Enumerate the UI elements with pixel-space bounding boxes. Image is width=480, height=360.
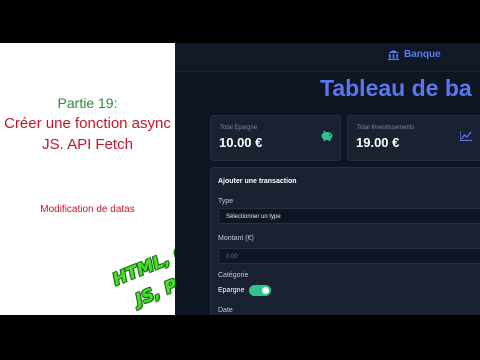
bank-icon	[388, 49, 399, 60]
subtitle-line-1: Créer une fonction async	[4, 115, 171, 132]
type-select[interactable]: Sélectionner un type	[218, 208, 480, 224]
app-topbar: Banque	[175, 43, 480, 72]
slide-note: Modification de datas	[40, 204, 135, 215]
banking-app: Banque Tableau de ba Total Epargne 10.00…	[175, 43, 480, 315]
investments-label: Total Investissements	[357, 125, 415, 131]
type-select-value: Sélectionner un type	[226, 214, 281, 220]
subtitle-line-2: JS. API Fetch	[42, 136, 133, 153]
category-label: Catégorie	[218, 272, 249, 279]
category-value: Epargne	[218, 287, 245, 294]
savings-card: Total Epargne 10.00 €	[210, 115, 341, 161]
investments-card: Total Investissements 19.00 €	[347, 115, 480, 161]
video-frame: Partie 19: Créer une fonction async JS. …	[0, 43, 480, 315]
amount-input[interactable]: 0.00	[218, 248, 480, 264]
form-title: Ajouter une transaction	[218, 178, 297, 185]
category-toggle[interactable]	[249, 285, 271, 296]
brand[interactable]: Banque	[388, 49, 441, 60]
part-heading: Partie 19:	[57, 95, 118, 111]
savings-value: 10.00 €	[219, 135, 263, 150]
chart-line-icon	[460, 131, 472, 141]
letterbox-top	[0, 0, 480, 43]
page-title: Tableau de ba	[320, 75, 472, 101]
investments-value: 19.00 €	[356, 135, 400, 150]
amount-label: Montant (€)	[218, 235, 254, 242]
amount-placeholder: 0.00	[226, 254, 238, 260]
type-label: Type	[218, 198, 234, 205]
savings-label: Total Epargne	[220, 125, 258, 131]
transaction-form: Ajouter une transaction Type Sélectionne…	[210, 167, 480, 315]
letterbox-bottom	[0, 315, 480, 360]
tutorial-slide: Partie 19: Créer une fonction async JS. …	[0, 43, 212, 315]
toggle-knob	[262, 287, 269, 294]
piggy-bank-icon	[321, 130, 333, 141]
date-label: Date	[218, 307, 233, 314]
brand-name: Banque	[404, 49, 441, 60]
